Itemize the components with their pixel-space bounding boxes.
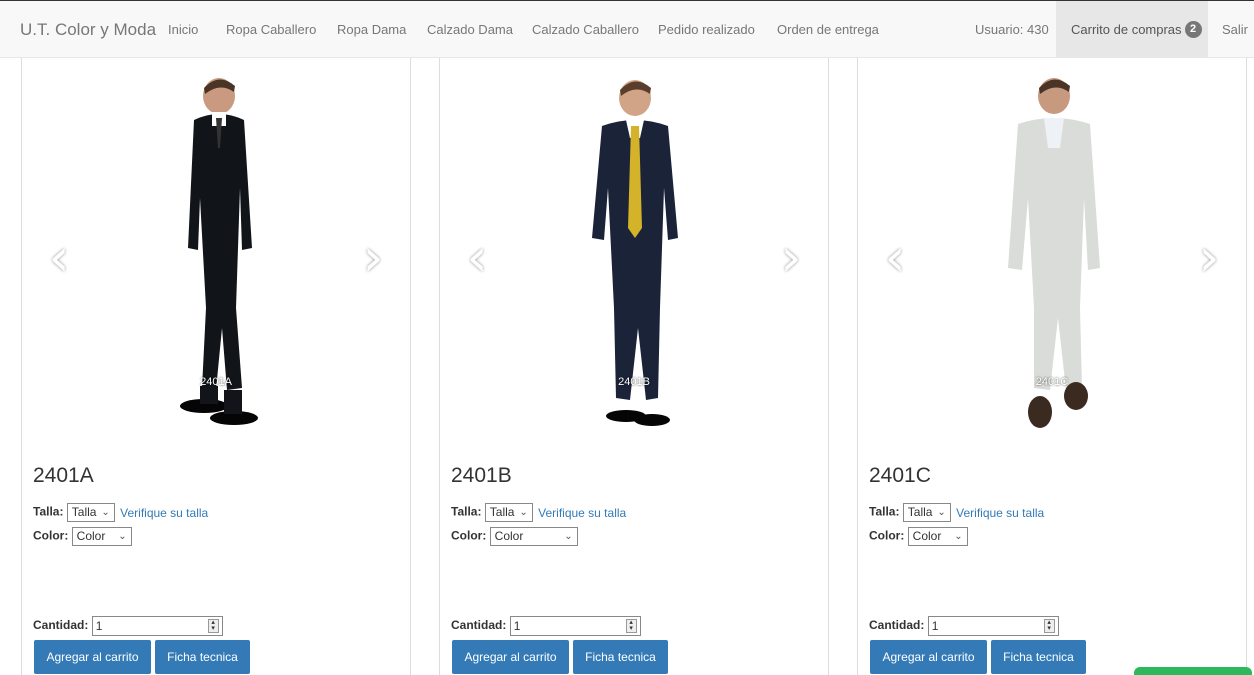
talla-row: Talla: Talla ⌄ Verifique su talla (33, 503, 208, 522)
color-row: Color: Color ⌄ (33, 527, 132, 546)
chevron-right-icon[interactable]: › (1194, 228, 1224, 288)
product-title: 2401B (451, 464, 512, 487)
talla-label: Talla: (869, 504, 900, 519)
verify-size-link[interactable]: Verifique su talla (538, 506, 626, 520)
color-label: Color: (869, 528, 905, 543)
top-navbar: U.T. Color y Moda Inicio Ropa Caballero … (0, 0, 1254, 58)
quantity-input[interactable]: 1 ▴ ▾ (509, 616, 641, 636)
brand-logo[interactable]: U.T. Color y Moda (20, 1, 156, 58)
color-select-value: Color (494, 529, 524, 543)
nav-link-pedido-realizado[interactable]: Pedido realizado (658, 1, 755, 58)
quantity-value: 1 (931, 619, 939, 633)
talla-label: Talla: (451, 504, 482, 519)
number-spinner-icon[interactable]: ▴ ▾ (1043, 619, 1055, 633)
quantity-value: 1 (513, 619, 521, 633)
logout-link[interactable]: Salir (1222, 1, 1248, 58)
nav-link-calzado-dama[interactable]: Calzado Dama (427, 1, 513, 58)
product-title: 2401C (869, 464, 931, 487)
cart-label: Carrito de compras (1071, 22, 1182, 37)
color-row: Color: Color ⌄ (451, 527, 578, 546)
quantity-row: Cantidad: 1 ▴ ▾ (33, 616, 223, 636)
add-to-cart-button[interactable]: Agregar al carrito (34, 640, 151, 674)
talla-row: Talla: Talla ⌄ Verifique su talla (869, 503, 1044, 522)
talla-select[interactable]: Talla ⌄ (902, 503, 951, 522)
chevron-down-icon: ⌄ (954, 531, 963, 542)
chevron-down-icon: ⌄ (519, 507, 528, 518)
user-indicator[interactable]: Usuario: 430 (975, 1, 1049, 58)
quantity-label: Cantidad: (869, 618, 925, 633)
cart-count-badge: 2 (1184, 21, 1202, 39)
quantity-row: Cantidad: 1 ▴ ▾ (869, 616, 1059, 636)
color-label: Color: (33, 528, 69, 543)
product-card: ‹ › 2401B 2401B Talla: Talla ⌄ Verifique … (439, 58, 829, 675)
carousel-caption: 2401B (618, 376, 650, 388)
color-select[interactable]: Color ⌄ (907, 527, 968, 546)
nav-link-calzado-caballero[interactable]: Calzado Caballero (532, 1, 639, 58)
quantity-label: Cantidad: (33, 618, 89, 633)
chevron-down-icon: ⌄ (564, 531, 573, 542)
quantity-row: Cantidad: 1 ▴ ▾ (451, 616, 641, 636)
color-select-value: Color (912, 529, 942, 543)
nav-link-orden-entrega[interactable]: Orden de entrega (777, 1, 879, 58)
talla-row: Talla: Talla ⌄ Verifique su talla (451, 503, 626, 522)
nav-link-ropa-dama[interactable]: Ropa Dama (337, 1, 406, 58)
talla-select[interactable]: Talla ⌄ (66, 503, 115, 522)
nav-link-ropa-caballero[interactable]: Ropa Caballero (226, 1, 316, 58)
chevron-right-icon[interactable]: › (776, 228, 806, 288)
chevron-down-icon: ⌄ (937, 507, 946, 518)
color-row: Color: Color ⌄ (869, 527, 968, 546)
technical-sheet-button[interactable]: Ficha tecnica (991, 640, 1086, 674)
product-carousel: ‹ › 2401B (440, 58, 828, 448)
talla-select-value: Talla (907, 505, 933, 519)
color-select[interactable]: Color ⌄ (71, 527, 132, 546)
product-carousel: ‹ › 2401C (858, 58, 1246, 448)
color-label: Color: (451, 528, 487, 543)
page: U.T. Color y Moda Inicio Ropa Caballero … (0, 0, 1254, 675)
talla-select-value: Talla (489, 505, 515, 519)
product-card: ‹ › 2401C 2401C Talla: Talla ⌄ Verifique … (857, 58, 1247, 675)
product-carousel: ‹ › 2401A (22, 58, 410, 448)
chevron-down-icon: ⌄ (101, 507, 110, 518)
talla-select-value: Talla (71, 505, 97, 519)
technical-sheet-button[interactable]: Ficha tecnica (155, 640, 250, 674)
cart-link[interactable]: Carrito de compras 2 (1056, 1, 1208, 58)
carousel-caption: 2401A (200, 376, 232, 388)
quantity-label: Cantidad: (451, 618, 507, 633)
product-title: 2401A (33, 464, 94, 487)
color-select[interactable]: Color ⌄ (489, 527, 578, 546)
add-to-cart-button[interactable]: Agregar al carrito (452, 640, 569, 674)
technical-sheet-button[interactable]: Ficha tecnica (573, 640, 668, 674)
talla-label: Talla: (33, 504, 64, 519)
product-card: ‹ › 2401A 2401A Talla: Talla ⌄ Verifique … (21, 58, 411, 675)
quantity-value: 1 (95, 619, 103, 633)
carousel-caption: 2401C (1035, 376, 1069, 388)
chat-widget-tab[interactable] (1134, 667, 1252, 675)
verify-size-link[interactable]: Verifique su talla (120, 506, 208, 520)
number-spinner-icon[interactable]: ▴ ▾ (207, 619, 219, 633)
quantity-input[interactable]: 1 ▴ ▾ (927, 616, 1059, 636)
nav-link-inicio[interactable]: Inicio (168, 1, 198, 58)
talla-select[interactable]: Talla ⌄ (484, 503, 533, 522)
chevron-left-icon[interactable]: ‹ (44, 228, 74, 288)
chevron-left-icon[interactable]: ‹ (462, 228, 492, 288)
add-to-cart-button[interactable]: Agregar al carrito (870, 640, 987, 674)
color-select-value: Color (76, 529, 106, 543)
quantity-input[interactable]: 1 ▴ ▾ (91, 616, 223, 636)
chevron-right-icon[interactable]: › (358, 228, 388, 288)
number-spinner-icon[interactable]: ▴ ▾ (625, 619, 637, 633)
verify-size-link[interactable]: Verifique su talla (956, 506, 1044, 520)
chevron-down-icon: ⌄ (118, 531, 127, 542)
chevron-left-icon[interactable]: ‹ (880, 228, 910, 288)
